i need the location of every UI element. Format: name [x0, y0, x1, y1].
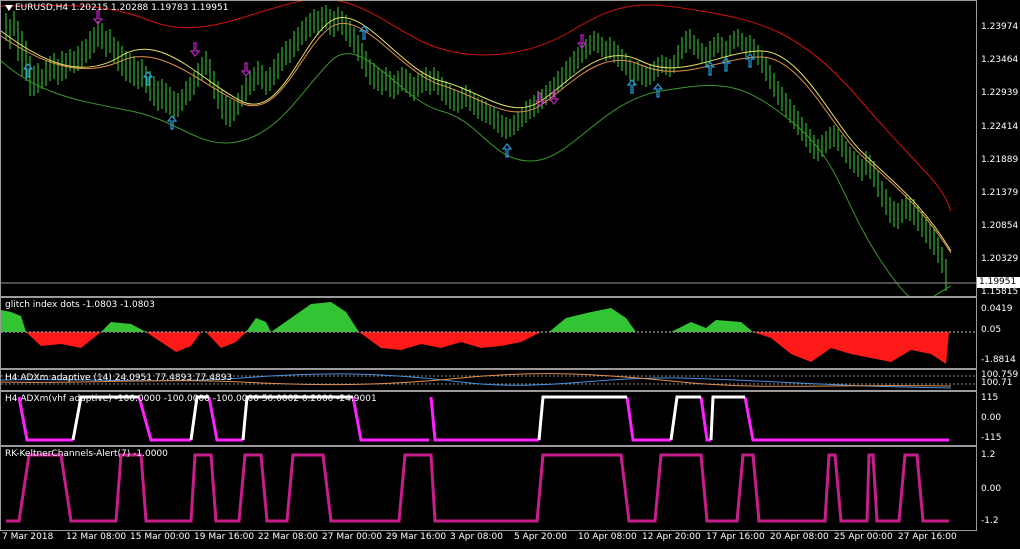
glitch-index-pane[interactable]: glitch index dots -1.0803 -1.0803 [0, 297, 977, 369]
keltner-tick: -1.2 [981, 516, 999, 526]
adxm-vhf-tick: -115 [981, 433, 1002, 443]
time-tick: 25 Apr 00:00 [834, 532, 893, 542]
time-tick: 7 Mar 2018 [2, 532, 54, 542]
adxm-vhf-pane[interactable]: H4 ADXm(vhf adaptive) -100.0000 -100.000… [0, 391, 977, 446]
adxm-vhf-title: H4 ADXm(vhf adaptive) -100.0000 -100.000… [5, 394, 377, 404]
price-tick: 1.23464 [981, 55, 1019, 65]
keltner-pane[interactable]: RK-KeltnerChannels-Alert(7) -1.0000 [0, 446, 977, 531]
price-chart-pane[interactable]: EURUSD,H4 1.20215 1.20288 1.19783 1.1995… [0, 0, 977, 297]
price-tick: 1.20329 [981, 254, 1019, 264]
time-tick: 20 Apr 08:00 [770, 532, 829, 542]
time-tick: 29 Mar 16:00 [386, 532, 447, 542]
time-tick: 19 Mar 16:00 [194, 532, 255, 542]
price-tick: 1.22414 [981, 122, 1019, 132]
chart-menu-icon[interactable] [5, 5, 13, 11]
glitch-tick: 0.05 [981, 325, 1002, 335]
time-tick: 15 Mar 00:00 [130, 532, 191, 542]
glitch-negative-area [26, 332, 949, 364]
keltner-tick: 0.00 [981, 484, 1002, 494]
prev-price-label: 1.15815 [981, 287, 1019, 297]
upper-band-line [1, 1, 952, 212]
time-tick: 22 Mar 08:00 [258, 532, 319, 542]
adxm-vhf-axis: 115 0.00 -115 [977, 391, 1020, 446]
adxm-adaptive-pane[interactable]: H4 ADXm adaptive (14) 24.0951 77.4893 77… [0, 369, 977, 391]
glitch-tick: -1.8814 [981, 355, 1016, 365]
adxm-vhf-tick: 0.00 [981, 413, 1002, 423]
price-chart-svg [1, 1, 976, 296]
price-tick: 1.21379 [981, 188, 1019, 198]
time-tick: 10 Apr 08:00 [578, 532, 637, 542]
adxm-tick: 100.71 [981, 378, 1013, 388]
adxm-axis: 100.759 100.71 [977, 369, 1020, 391]
time-tick: 12 Mar 08:00 [66, 532, 127, 542]
price-tick: 1.21889 [981, 155, 1019, 165]
adxm-vhf-tick: 115 [981, 393, 999, 403]
keltner-axis: 1.2 0.00 -1.2 [977, 446, 1020, 531]
glitch-axis: 0.0419 0.05 -1.8814 [977, 297, 1020, 369]
glitch-tick: 0.0419 [981, 304, 1013, 314]
keltner-signal-line [6, 453, 949, 523]
time-tick: 12 Apr 20:00 [642, 532, 701, 542]
time-tick: 3 Apr 08:00 [450, 532, 503, 542]
time-tick: 27 Mar 00:00 [322, 532, 383, 542]
time-tick: 27 Apr 16:00 [898, 532, 957, 542]
price-tick: 1.23974 [981, 22, 1019, 32]
price-tick: 1.22939 [981, 88, 1019, 98]
sell-arrows [92, 10, 588, 107]
main-chart-title: EURUSD,H4 1.20215 1.20288 1.19783 1.1995… [15, 3, 229, 13]
adxm-adaptive-title: H4 ADXm adaptive (14) 24.0951 77.4893 77… [5, 373, 233, 383]
lower-band-line [1, 53, 952, 296]
time-tick: 5 Apr 20:00 [514, 532, 567, 542]
price-axis: 1.23974 1.23464 1.22939 1.22414 1.21889 … [977, 0, 1020, 297]
ma-yellow-line [1, 17, 952, 252]
price-tick: 1.20854 [981, 221, 1019, 231]
keltner-svg [6, 453, 949, 523]
ma-orange-line [1, 22, 952, 254]
keltner-tick: 1.2 [981, 450, 996, 460]
time-tick: 17 Apr 16:00 [706, 532, 765, 542]
glitch-index-title: glitch index dots -1.0803 -1.0803 [5, 300, 155, 310]
keltner-title: RK-KeltnerChannels-Alert(7) -1.0000 [5, 449, 168, 459]
